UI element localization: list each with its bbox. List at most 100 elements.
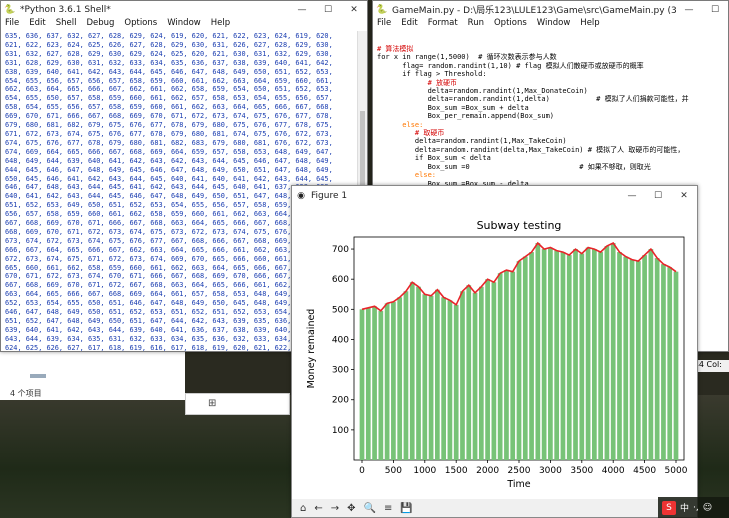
shell-menu-window[interactable]: Window [167,18,201,31]
forward-icon[interactable]: → [331,503,339,514]
chart-bar [579,253,585,460]
chart-bar [510,271,516,460]
x-tick-label: 3000 [539,466,562,476]
shell-titlebar[interactable]: 🐍 *Python 3.6.1 Shell* — ☐ ✕ [1,1,367,18]
shell-output-line: 644, 645, 646, 647, 648, 649, 645, 646, … [5,165,333,174]
x-tick-label: 4000 [602,466,625,476]
subway-chart: 0 500 1000 1500 2000 2500 3000 3500 4000 4500 5000… [306,219,688,490]
punct-mode[interactable]: ·, [693,503,699,513]
explorer-window-fragment: 4 个项目 [0,350,185,400]
editor-menu-options[interactable]: Options [494,18,527,31]
chart-bar [516,261,522,460]
y-tick-label: 400 [332,335,349,345]
shell-output-line: 631, 628, 629, 630, 631, 632, 633, 634, … [5,58,333,67]
chart-bar [478,286,484,460]
chart-bar [378,310,384,460]
figure-toolbar: ⌂ ← → ✥ 🔍 ≡ 💾 [292,499,697,517]
chart-bar [529,252,534,460]
code-line: delta=random.randint(1,Max_TakeCoin) [377,137,567,146]
chart-bar [604,246,610,460]
chart-bar [409,282,415,460]
chart-bar [447,300,453,460]
chart-bar [585,247,591,460]
editor-menu-file[interactable]: File [377,18,391,31]
x-tick-label: 2500 [508,466,531,476]
configure-icon[interactable]: ≡ [384,503,392,514]
editor-menu-format[interactable]: Format [428,18,458,31]
x-tick-label: 4500 [633,466,656,476]
chart-bar [485,279,490,460]
shell-menu-edit[interactable]: Edit [29,18,45,31]
editor-menu-help[interactable]: Help [580,18,599,31]
x-tick-label: 500 [385,466,402,476]
python-icon: 🐍 [4,4,16,15]
shell-output-line: 638, 639, 640, 641, 642, 643, 644, 645, … [5,67,333,76]
back-icon[interactable]: ← [314,503,322,514]
shell-output-line: 671, 672, 673, 674, 675, 676, 677, 678, … [5,129,333,138]
editor-titlebar[interactable]: 🐍 GameMain.py - D:\局乐123\LULE123\Game\sr… [373,1,728,18]
editor-menu-window[interactable]: Window [537,18,571,31]
python-icon: 🐍 [376,4,388,15]
minimize-button[interactable]: — [289,5,315,15]
code-line: delta=random.randint(delta,Max_TakeCoin)… [377,145,685,154]
y-tick-label: 700 [332,245,349,255]
code-line: delta=random.randint(1,delta) # 模拟了人们捐款可… [377,95,689,104]
y-axis-label: Money remained [306,309,317,389]
editor-menu-run[interactable]: Run [468,18,484,31]
chart-bar [648,249,654,460]
minimize-button[interactable]: — [676,5,702,15]
shell-output-line: 621, 622, 623, 624, 625, 626, 627, 628, … [5,40,333,49]
chart-bar [623,256,629,460]
emoji-icon[interactable]: ☺ [703,503,712,513]
chart-bar [472,292,478,460]
chart-bar [435,289,440,460]
x-tick-label: 5000 [665,466,688,476]
figure-titlebar[interactable]: ◉ Figure 1 — ☐ ✕ [292,186,697,205]
editor-title: GameMain.py - D:\局乐123\LULE123\Game\src\… [392,6,676,16]
maximize-button[interactable]: ☐ [315,5,341,15]
code-line: # 取硬币 [377,129,445,138]
shell-output-line: 635, 636, 637, 632, 627, 628, 629, 624, … [5,32,333,40]
shell-output-line: 679, 680, 681, 682, 679, 675, 676, 677, … [5,121,333,130]
explorer-item-count: 4 个项目 [10,389,42,398]
shell-output-line: 654, 655, 656, 657, 656, 657, 658, 659, … [5,76,333,85]
shell-output-line: 662, 663, 664, 665, 666, 667, 662, 661, … [5,85,333,94]
chart-bar [535,243,541,460]
close-button[interactable]: ✕ [341,5,367,15]
shell-menu-file[interactable]: File [5,18,19,31]
y-tick-label: 300 [332,366,349,376]
chart-bar [610,243,616,460]
code-line: if Box_sum < delta [377,154,491,163]
maximize-button[interactable]: ☐ [645,191,671,201]
shell-menu-debug[interactable]: Debug [86,18,114,31]
pan-icon[interactable]: ✥ [347,503,355,514]
window-icon: ⊞ [208,398,217,409]
chart-bar [416,286,421,460]
figure-window[interactable]: ◉ Figure 1 — ☐ ✕ 0 500 1000 1500 2000 2500 300… [291,185,698,518]
save-icon[interactable]: 💾 [400,503,412,514]
sogou-icon[interactable]: S [662,500,676,515]
shell-menubar: File Edit Shell Debug Options Window Help [1,18,367,31]
shell-menu-shell[interactable]: Shell [56,18,77,31]
home-icon[interactable]: ⌂ [300,503,306,514]
y-tick-label: 500 [332,305,349,315]
zoom-icon[interactable]: 🔍 [364,503,376,514]
chart-bar [598,252,603,460]
chart-bar [504,270,509,460]
code-line: Box_sum =0 # 如果不够取，则取光 [377,162,651,171]
shell-menu-options[interactable]: Options [124,18,157,31]
maximize-button[interactable]: ☐ [702,5,728,15]
chart-bar [560,252,566,460]
chart-bar [654,258,660,460]
minimize-button[interactable]: — [619,191,645,201]
editor-menu-edit[interactable]: Edit [401,18,417,31]
chart-bar [384,303,390,460]
shell-menu-help[interactable]: Help [211,18,230,31]
x-tick-label: 3500 [570,466,593,476]
code-line: # 放硬币 [377,78,458,87]
ime-mode[interactable]: 中 [680,501,689,514]
close-button[interactable]: ✕ [671,191,697,201]
code-line: else: [377,171,437,180]
chart-bar [635,261,641,460]
chart-bar [460,291,465,460]
